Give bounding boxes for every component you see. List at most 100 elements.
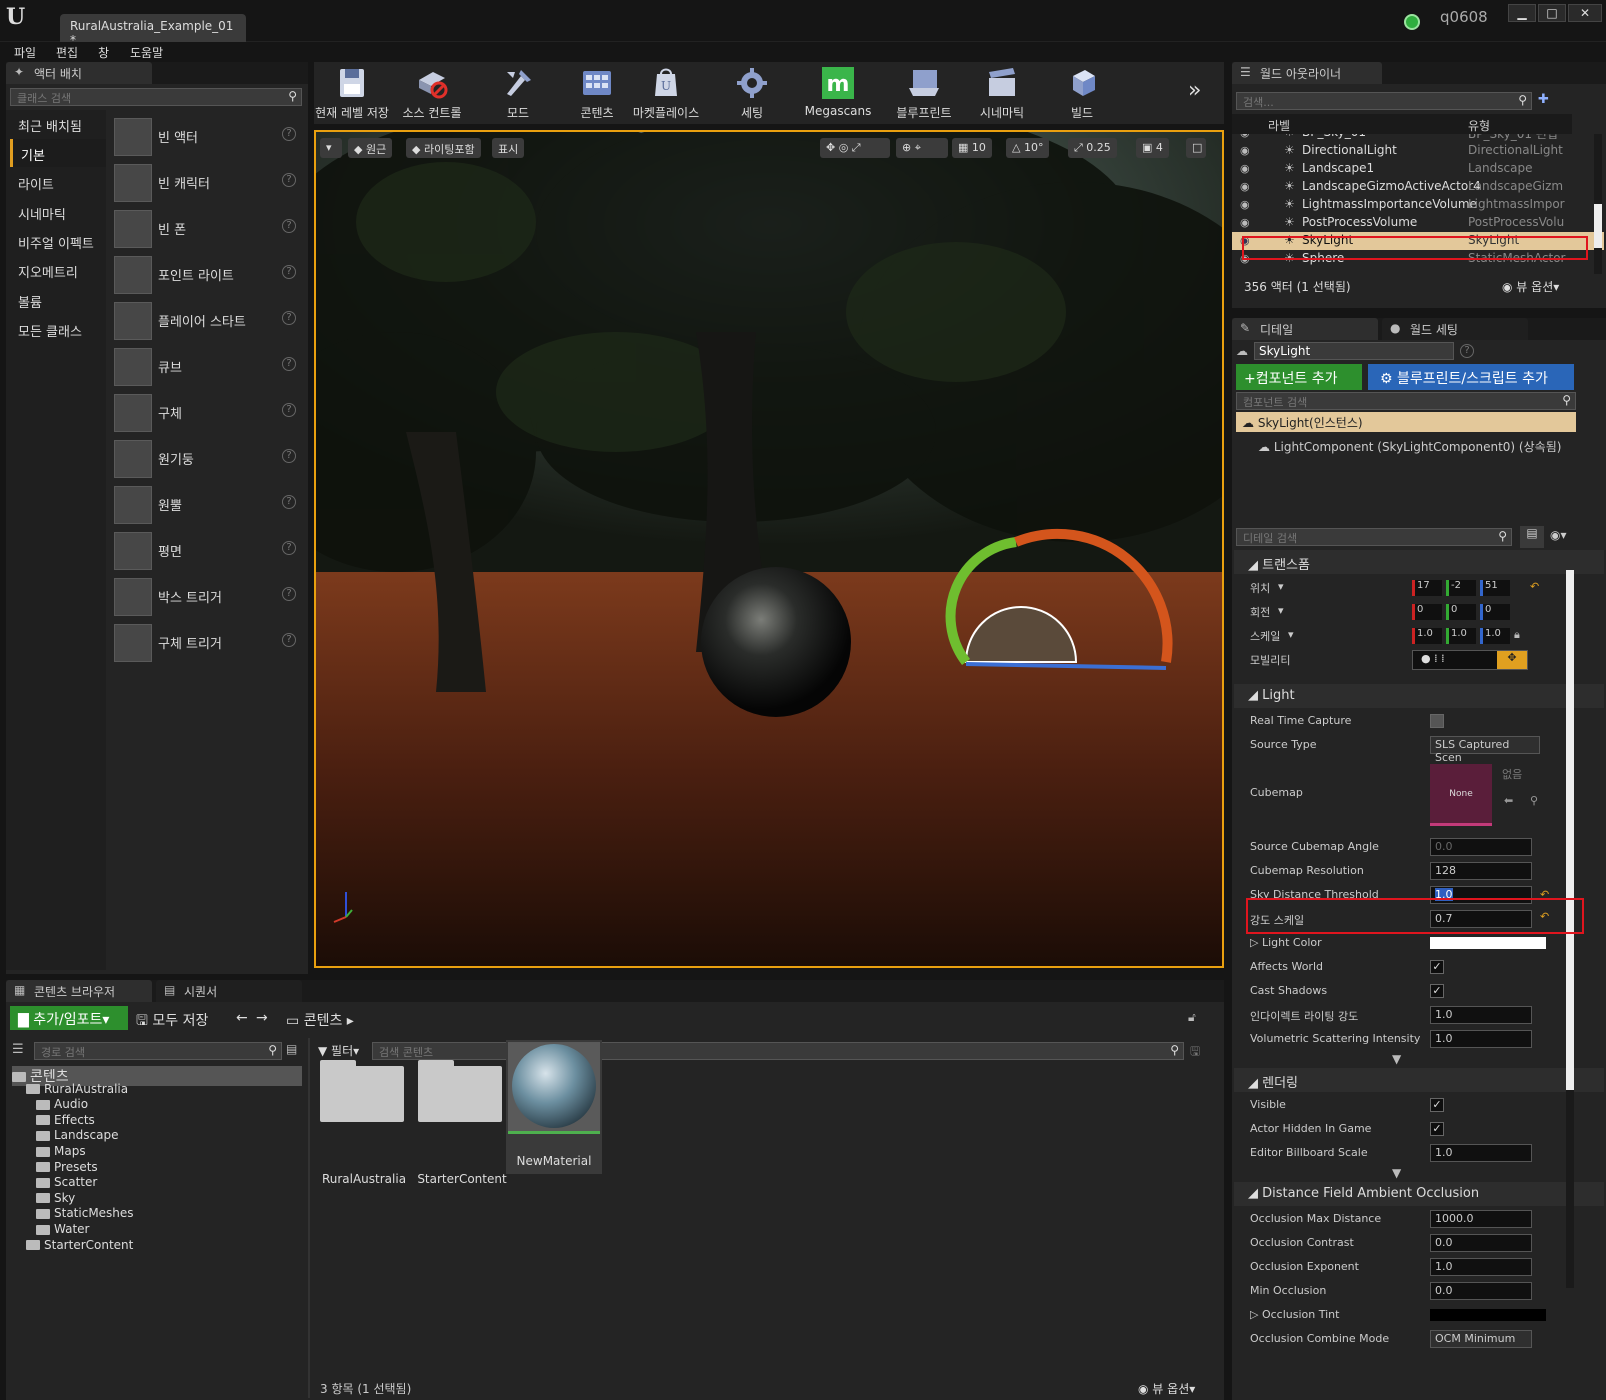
outliner-view-options[interactable]: ◉ 뷰 옵션▾: [1502, 278, 1559, 295]
asset-newmaterial[interactable]: NewMaterial: [506, 1040, 602, 1174]
tree-folder[interactable]: Water: [36, 1222, 89, 1236]
sequencer-tab[interactable]: ▤ 시퀀서: [156, 980, 302, 1002]
menu-edit[interactable]: 편집: [56, 44, 78, 61]
lock-icon[interactable]: 🔒︎: [1514, 628, 1520, 642]
location-z-field[interactable]: 51: [1480, 580, 1510, 596]
forward-button[interactable]: →: [256, 1010, 268, 1026]
scale-z-field[interactable]: 1.0: [1480, 628, 1510, 644]
toolbar-more-button[interactable]: »: [1188, 78, 1201, 103]
perspective-button[interactable]: ◆ 원근: [348, 138, 393, 158]
component-light-row[interactable]: ☁ LightComponent (SkyLightComponent0) (상…: [1258, 438, 1561, 455]
outliner-scrollbar[interactable]: [1594, 134, 1602, 274]
actor-item-cone[interactable]: 원뿔?: [110, 482, 304, 526]
real-time-capture-checkbox[interactable]: [1430, 714, 1444, 728]
show-button[interactable]: 표시: [492, 138, 525, 158]
component-search-input[interactable]: 컴포넌트 검색 ⚲: [1236, 392, 1576, 410]
component-instance-row[interactable]: ☁ SkyLight(인스턴스): [1236, 412, 1576, 432]
reset-to-default-icon[interactable]: ↶: [1530, 580, 1539, 593]
menu-file[interactable]: 파일: [14, 44, 36, 61]
outliner-row[interactable]: ◉ ☀ BP_Sky_01 BP_Sky_01 편집: [1232, 134, 1604, 142]
tree-folder[interactable]: RuralAustralia: [26, 1082, 128, 1096]
cubemap-thumbnail[interactable]: None: [1430, 764, 1492, 826]
outliner-row[interactable]: ◉ ☀ Landscape1 Landscape: [1232, 160, 1604, 178]
add-import-button[interactable]: ▇ 추가/임포트▾: [10, 1006, 128, 1030]
content-search-input[interactable]: 검색 콘텐츠 ⚲: [372, 1042, 1184, 1060]
help-icon[interactable]: ?: [282, 127, 296, 141]
cubemap-asset-dropdown[interactable]: 없음: [1502, 766, 1522, 782]
occlusion-combine-mode-dropdown[interactable]: OCM Minimum: [1430, 1330, 1532, 1348]
location-y-field[interactable]: -2: [1446, 580, 1476, 596]
actor-item-sphere[interactable]: 구체?: [110, 390, 304, 434]
marketplace-button[interactable]: U 마켓플레이스: [628, 62, 704, 124]
grid-snap-button[interactable]: ▦ 10: [952, 138, 992, 158]
help-icon[interactable]: ?: [1460, 344, 1474, 358]
rendering-section[interactable]: ◢ 렌더링: [1234, 1068, 1604, 1092]
help-icon[interactable]: ?: [282, 449, 296, 463]
sources-toggle-icon[interactable]: ☰: [12, 1042, 24, 1057]
cast-shadows-checkbox[interactable]: ✓: [1430, 984, 1444, 998]
tree-folder[interactable]: Effects: [36, 1113, 95, 1127]
dfao-section[interactable]: ◢ Distance Field Ambient Occlusion: [1234, 1182, 1604, 1206]
path-breadcrumb[interactable]: ▭ 콘텐츠 ▸: [286, 1010, 354, 1030]
cubemap-resolution-field[interactable]: 128: [1430, 862, 1532, 880]
settings-button[interactable]: 세팅: [714, 62, 790, 124]
actor-item-plane[interactable]: 평면?: [110, 528, 304, 572]
tree-folder[interactable]: Sky: [36, 1191, 75, 1205]
column-label[interactable]: 라벨: [1268, 117, 1290, 134]
light-section[interactable]: ◢ Light: [1234, 684, 1604, 708]
world-settings-tab[interactable]: ● 월드 세팅: [1382, 318, 1528, 340]
expand-advanced-icon[interactable]: ▼: [1392, 1052, 1401, 1066]
outliner-row[interactable]: ◉ ☀ LightmassImportanceVolume LightmassImpo…: [1232, 196, 1604, 214]
light-color-swatch[interactable]: [1430, 937, 1546, 949]
tree-folder[interactable]: Landscape: [36, 1128, 118, 1142]
details-tab[interactable]: ✎ 디테일: [1232, 318, 1378, 340]
world-local-toggle[interactable]: ⊕ ⌖: [896, 138, 948, 158]
place-actors-tab[interactable]: ✦ 액터 배치: [6, 62, 152, 84]
outliner-row[interactable]: ◉ ☀ PostProcessVolume PostProcessVolu: [1232, 214, 1604, 232]
eye-icon[interactable]: ◉: [1240, 180, 1250, 193]
source-control-button[interactable]: 소스 컨트롤: [394, 62, 470, 124]
outliner-row[interactable]: ◉ ☀ LandscapeGizmoActiveActor4 LandscapeGiz…: [1232, 178, 1604, 196]
property-matrix-icon[interactable]: ▤: [1520, 526, 1544, 548]
asset-folder-ruralaustralia[interactable]: RuralAustralia: [318, 1060, 410, 1190]
source-cubemap-angle-field[interactable]: 0.0: [1430, 838, 1532, 856]
location-x-field[interactable]: 17: [1412, 580, 1442, 596]
world-outliner-tab[interactable]: ☰ 월드 아웃라이너: [1232, 62, 1382, 84]
source-control-status-icon[interactable]: [1404, 14, 1420, 30]
min-occlusion-field[interactable]: 0.0: [1430, 1282, 1532, 1300]
tree-folder[interactable]: StarterContent: [26, 1238, 133, 1252]
help-icon[interactable]: ?: [282, 311, 296, 325]
lock-icon[interactable]: 🔓︎: [1188, 1010, 1196, 1025]
actor-name-field[interactable]: SkyLight: [1254, 342, 1454, 360]
help-icon[interactable]: ?: [282, 633, 296, 647]
outliner-row[interactable]: ◉ ☀ DirectionalLight DirectionalLight: [1232, 142, 1604, 160]
blueprint-button[interactable]: 블루프린트: [886, 62, 962, 124]
actor-item-empty-character[interactable]: 빈 캐릭터?: [110, 160, 304, 204]
help-icon[interactable]: ?: [282, 403, 296, 417]
content-view-options[interactable]: ◉ 뷰 옵션▾: [1138, 1380, 1195, 1397]
actor-item-empty-actor[interactable]: 빈 액터?: [110, 114, 304, 158]
build-button[interactable]: 빌드: [1044, 62, 1120, 124]
content-browser-tab[interactable]: ▦ 콘텐츠 브라우저: [6, 980, 152, 1002]
scale-x-field[interactable]: 1.0: [1412, 628, 1442, 644]
rotation-label[interactable]: 회전: [1250, 604, 1270, 620]
filter-button[interactable]: ▼ 필터▾: [318, 1042, 359, 1059]
rotation-snap-button[interactable]: △ 10°: [1006, 138, 1050, 158]
actor-item-cube[interactable]: 큐브?: [110, 344, 304, 388]
tree-folder[interactable]: Audio: [36, 1097, 88, 1111]
actor-item-player-start[interactable]: 플레이어 스타트?: [110, 298, 304, 342]
source-type-dropdown[interactable]: SLS Captured Scen: [1430, 736, 1540, 764]
location-label[interactable]: 위치: [1250, 580, 1270, 596]
actor-item-point-light[interactable]: 포인트 라이트?: [110, 252, 304, 296]
tree-folder[interactable]: Maps: [36, 1144, 86, 1158]
add-blueprint-script-button[interactable]: ⚙ 블루프린트/스크립트 추가: [1368, 364, 1574, 390]
save-all-button[interactable]: 🖫︎ 모두 저장: [136, 1010, 208, 1034]
eye-icon[interactable]: ◉: [1240, 144, 1250, 157]
affects-world-checkbox[interactable]: ✓: [1430, 960, 1444, 974]
megascans-button[interactable]: m Megascans: [800, 62, 876, 124]
column-type[interactable]: 유형: [1468, 117, 1490, 134]
occlusion-contrast-field[interactable]: 0.0: [1430, 1234, 1532, 1252]
expand-advanced-icon[interactable]: ▼: [1392, 1166, 1401, 1180]
menu-help[interactable]: 도움말: [130, 44, 163, 61]
occlusion-exponent-field[interactable]: 1.0: [1430, 1258, 1532, 1276]
